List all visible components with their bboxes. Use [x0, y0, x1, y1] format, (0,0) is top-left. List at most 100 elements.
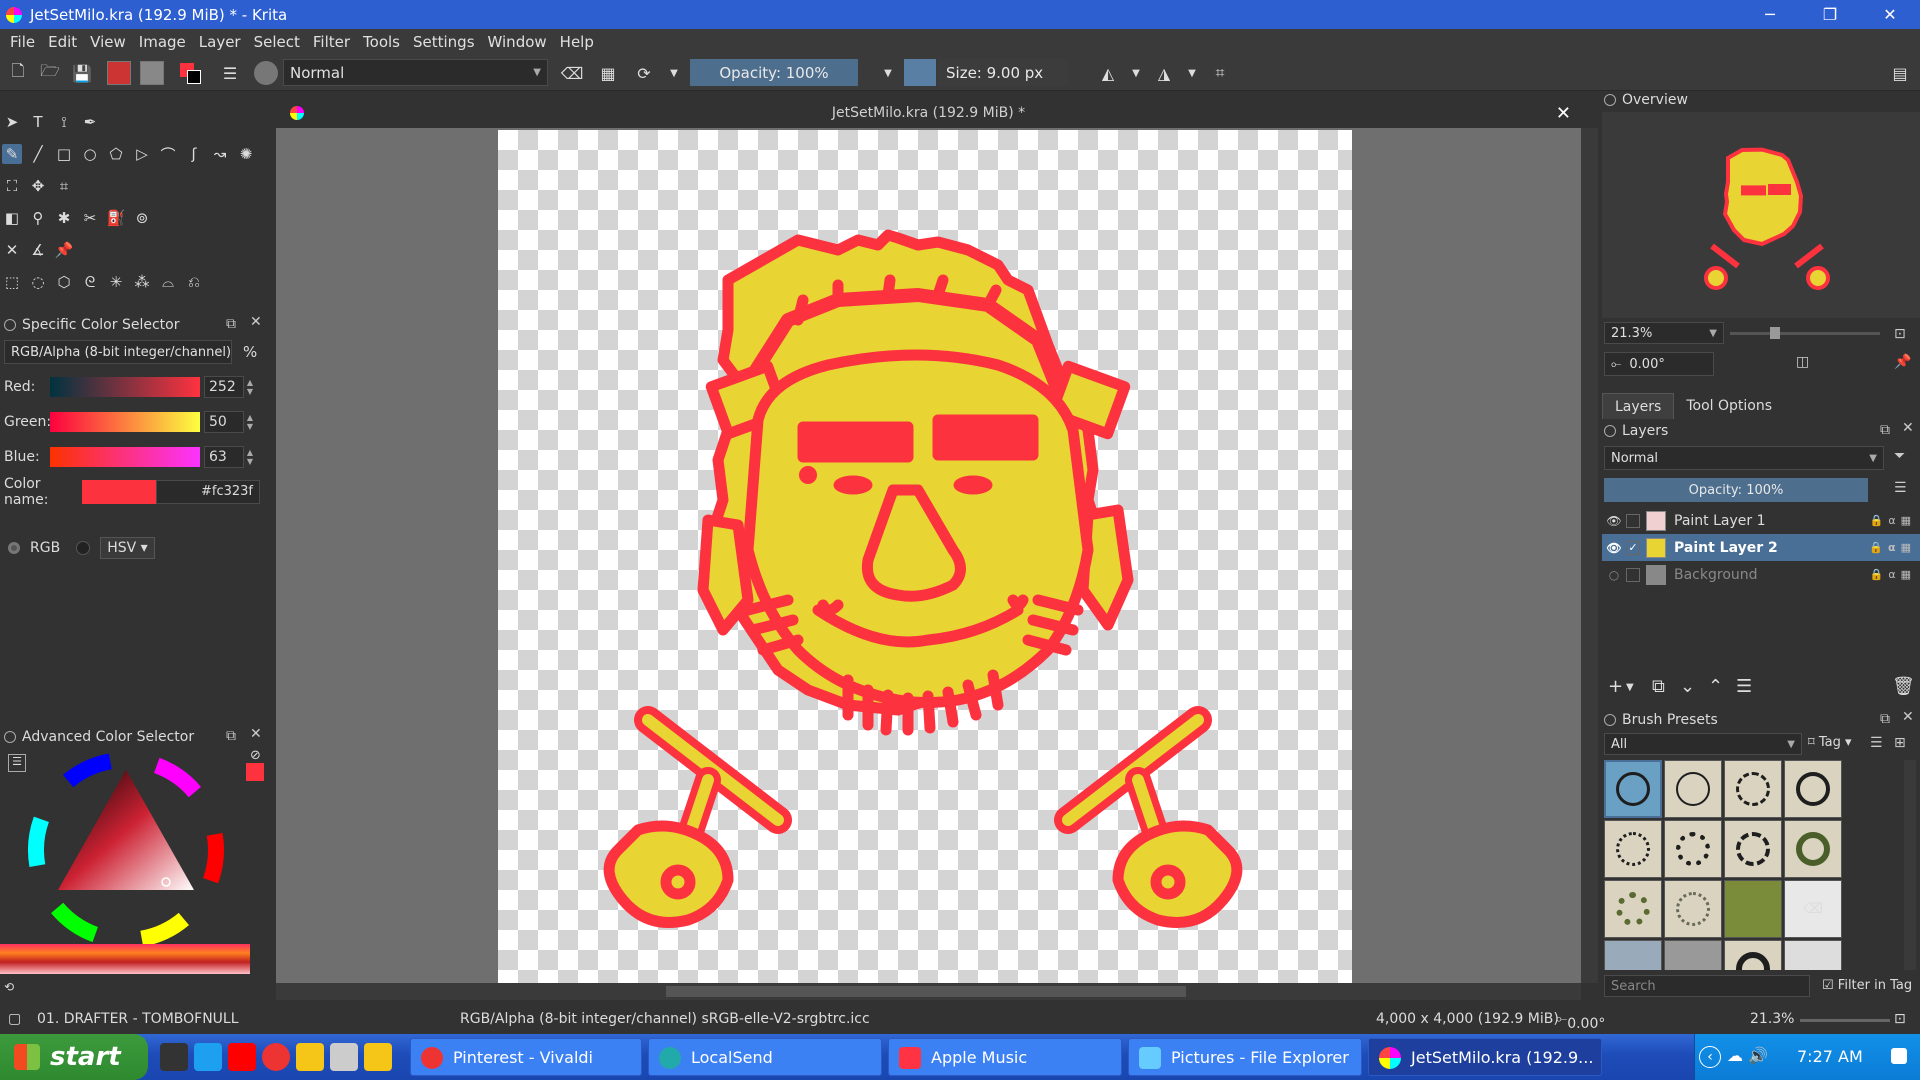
selector-settings-icon[interactable]: ☰	[8, 754, 26, 772]
brush-preset[interactable]	[1604, 760, 1662, 818]
enclose-fill-icon[interactable]: ⊚	[132, 208, 152, 228]
brush-preset[interactable]	[1664, 940, 1722, 970]
brush-search-input[interactable]: Search	[1604, 975, 1810, 997]
tray-expand-icon[interactable]: ‹	[1699, 1046, 1721, 1068]
layer-opacity-slider[interactable]: Opacity: 100%	[1604, 478, 1868, 502]
calligraphy-icon[interactable]: ✒	[80, 112, 100, 132]
crop-tool-icon[interactable]: ⌗	[54, 176, 74, 196]
tray-icons[interactable]: ☁ 🔊	[1727, 1046, 1768, 1065]
freehand-brush-icon[interactable]: ✎	[2, 144, 22, 164]
chevron-down-icon[interactable]: ▼	[1626, 682, 1634, 693]
docker-lock-icon[interactable]	[1604, 425, 1616, 437]
explorer-icon[interactable]	[364, 1043, 392, 1071]
line-tool-icon[interactable]: ╱	[28, 144, 48, 164]
close-docker-icon[interactable]: ✕	[1902, 420, 1914, 436]
freehand-path-icon[interactable]: ʃ	[184, 144, 204, 164]
menu-edit[interactable]: Edit	[48, 33, 77, 51]
layer-checkbox[interactable]: ✓	[1626, 540, 1640, 555]
eraser-icon[interactable]: ⌫	[560, 61, 584, 85]
red-input[interactable]: 252	[204, 376, 244, 398]
import-icon[interactable]: ⊞	[1894, 735, 1906, 751]
layer-row[interactable]: 👁 ✓ Paint Layer 2 🔒α▦	[1602, 534, 1920, 561]
overview-thumbnail[interactable]	[1602, 112, 1920, 318]
brush-preset[interactable]	[1724, 820, 1782, 878]
color-hex-input[interactable]: #fc323f	[156, 480, 260, 504]
gamepad-icon[interactable]	[330, 1043, 358, 1071]
red-spinner[interactable]: ▲ ▼	[244, 376, 256, 398]
brush-preset[interactable]	[1664, 760, 1722, 818]
filter-in-tag-checkbox[interactable]: ☑ Filter in Tag	[1822, 978, 1912, 993]
visibility-eye-icon[interactable]: 👁	[1602, 514, 1626, 528]
select-shapes-icon[interactable]: ➤	[2, 112, 22, 132]
fill-tool-icon[interactable]: ⛽	[106, 208, 126, 228]
close-docker-icon[interactable]: ✕	[250, 314, 262, 330]
hsv-select[interactable]: HSV ▾	[100, 537, 155, 559]
menu-help[interactable]: Help	[560, 33, 594, 51]
docker-lock-icon[interactable]	[4, 731, 16, 743]
float-docker-icon[interactable]: ⧉	[226, 728, 236, 744]
filter-icon[interactable]: ⏷	[1894, 448, 1905, 464]
visibility-eye-icon[interactable]: 👁	[1602, 541, 1626, 555]
blue-spinner[interactable]: ▲ ▼	[244, 446, 256, 468]
smart-patch-icon[interactable]: ✂	[80, 208, 100, 228]
docker-lock-icon[interactable]	[4, 319, 16, 331]
close-document-icon[interactable]: ✕	[1556, 103, 1571, 124]
overview-rotation-input[interactable]: ⟜ 0.00°	[1604, 352, 1714, 376]
new-document-icon[interactable]: 🗋	[6, 61, 30, 85]
float-docker-icon[interactable]: ⧉	[1880, 711, 1890, 727]
pin-icon[interactable]: 📌	[1894, 354, 1911, 370]
green-input[interactable]: 50	[204, 411, 244, 433]
horizontal-scrollbar[interactable]	[276, 983, 1581, 1000]
hidden-eye-icon[interactable]: ○	[1602, 568, 1626, 582]
layer-checkbox[interactable]	[1626, 567, 1640, 582]
quicklaunch-app-icon[interactable]	[160, 1043, 188, 1071]
clock[interactable]: 7:27 AM	[1797, 1047, 1863, 1066]
tab-layers[interactable]: Layers	[1602, 393, 1675, 419]
layer-menu-icon[interactable]: ☰	[1894, 480, 1907, 496]
brush-preset[interactable]	[1604, 880, 1662, 938]
rect-select-icon[interactable]: ⬚	[2, 272, 22, 292]
layer-lock-alpha-icons[interactable]: 🔒α▦	[1870, 514, 1916, 527]
taskbar-item[interactable]: Pictures - File Explorer	[1128, 1038, 1362, 1076]
menu-select[interactable]: Select	[254, 33, 300, 51]
menu-image[interactable]: Image	[139, 33, 186, 51]
fg-bg-color-icon[interactable]	[178, 61, 202, 85]
menu-layer[interactable]: Layer	[199, 33, 241, 51]
polyline-tool-icon[interactable]: ▷	[132, 144, 152, 164]
freehand-select-icon[interactable]: ᘓ	[80, 272, 100, 292]
workspace-icon[interactable]: ▤	[1888, 61, 1912, 85]
add-layer-icon[interactable]: +	[1608, 676, 1623, 697]
layer-row[interactable]: 👁 Paint Layer 1 🔒α▦	[1602, 507, 1920, 534]
green-spinner[interactable]: ▲ ▼	[244, 411, 256, 433]
brush-grid-scrollbar[interactable]	[1904, 760, 1916, 970]
open-document-icon[interactable]: 🗁	[38, 61, 62, 85]
brush-indicator-icon[interactable]: ▢	[8, 1011, 21, 1027]
preserve-alpha-icon[interactable]: ▦	[596, 61, 620, 85]
blend-mode-select[interactable]: Normal ▼	[283, 59, 548, 86]
vivaldi-icon[interactable]	[262, 1043, 290, 1071]
folder-icon[interactable]	[296, 1043, 324, 1071]
move-layer-down-icon[interactable]: ⌄	[1680, 676, 1695, 697]
quicklaunch-app-icon[interactable]	[194, 1043, 222, 1071]
reload-preset-icon[interactable]: ⟳	[632, 61, 656, 85]
color-picker-icon[interactable]: ⚲	[28, 208, 48, 228]
notifications-icon[interactable]	[1891, 1048, 1907, 1064]
chevron-down-icon[interactable]: ▼	[1180, 61, 1204, 85]
color-history-bars[interactable]	[0, 944, 250, 974]
hsv-radio[interactable]	[76, 541, 91, 555]
taskbar-item[interactable]: JetSetMilo.kra (192.9...	[1368, 1038, 1602, 1076]
fit-to-view-icon[interactable]: ⊡	[1894, 1011, 1906, 1027]
duplicate-layer-icon[interactable]: ⧉	[1652, 676, 1665, 697]
close-docker-icon[interactable]: ✕	[250, 726, 262, 742]
menu-settings[interactable]: Settings	[413, 33, 475, 51]
close-button[interactable]: ✕	[1860, 0, 1920, 29]
bezier-tool-icon[interactable]: ⌒	[158, 144, 178, 164]
view-mode-icon[interactable]: ☰	[1870, 735, 1883, 751]
no-color-icon[interactable]: ⊘	[250, 748, 261, 763]
pattern-preset-icon[interactable]	[140, 61, 164, 85]
brush-preset[interactable]	[1604, 940, 1662, 970]
colorize-mask-icon[interactable]: ✱	[54, 208, 74, 228]
brush-preset[interactable]	[1664, 880, 1722, 938]
status-zoom-slider[interactable]	[1800, 1019, 1890, 1022]
refresh-icon[interactable]: ⟲	[4, 980, 14, 994]
